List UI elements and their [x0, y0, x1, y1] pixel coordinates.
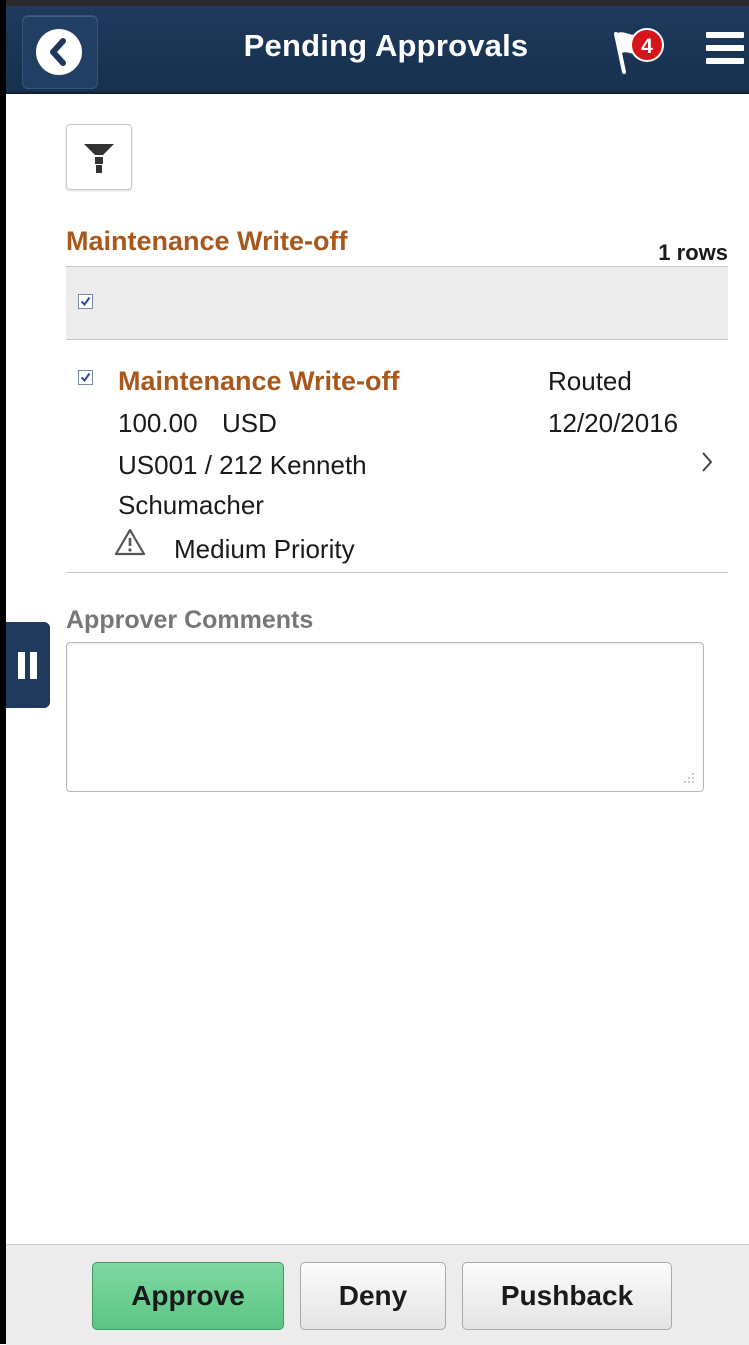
notification-count-badge: 4 [630, 28, 664, 62]
filter-button[interactable] [66, 124, 132, 190]
item-priority: Medium Priority [174, 534, 355, 564]
filter-icon [84, 144, 114, 173]
resize-grip-icon[interactable] [683, 772, 695, 784]
item-title: Maintenance Write-off [118, 366, 400, 396]
item-checkbox[interactable] [78, 370, 93, 385]
select-all-bar [66, 266, 728, 340]
chevron-right-icon[interactable] [700, 450, 714, 474]
item-requester-line1: US001 / 212 Kenneth [118, 450, 367, 480]
item-amount: 100.00 [118, 408, 198, 438]
select-all-checkbox[interactable] [78, 294, 93, 309]
pause-bars-icon [30, 652, 37, 679]
approver-comments-label: Approver Comments [66, 606, 314, 634]
action-footer: Approve Deny Pushback [6, 1244, 749, 1345]
pause-bars-icon [18, 652, 25, 679]
approve-button[interactable]: Approve [92, 1262, 284, 1330]
pushback-button[interactable]: Pushback [462, 1262, 672, 1330]
back-button[interactable] [22, 15, 98, 89]
item-currency: USD [222, 408, 277, 438]
item-requester-line2: Schumacher [118, 490, 264, 520]
app-header: Pending Approvals 4 [6, 6, 749, 94]
hamburger-menu-icon[interactable] [706, 32, 744, 70]
row-count: 1 rows [658, 240, 728, 265]
approval-list-item[interactable]: Maintenance Write-off 100.00 USD US001 /… [66, 340, 728, 573]
deny-button[interactable]: Deny [300, 1262, 446, 1330]
item-status: Routed [548, 366, 632, 396]
page-title: Pending Approvals [243, 28, 529, 63]
back-arrow-icon [36, 29, 82, 75]
side-panel-toggle[interactable] [6, 622, 50, 708]
item-date: 12/20/2016 [548, 408, 679, 438]
section-title: Maintenance Write-off [66, 226, 348, 256]
warning-triangle-icon [114, 528, 146, 556]
approver-comments-field[interactable] [66, 642, 704, 792]
